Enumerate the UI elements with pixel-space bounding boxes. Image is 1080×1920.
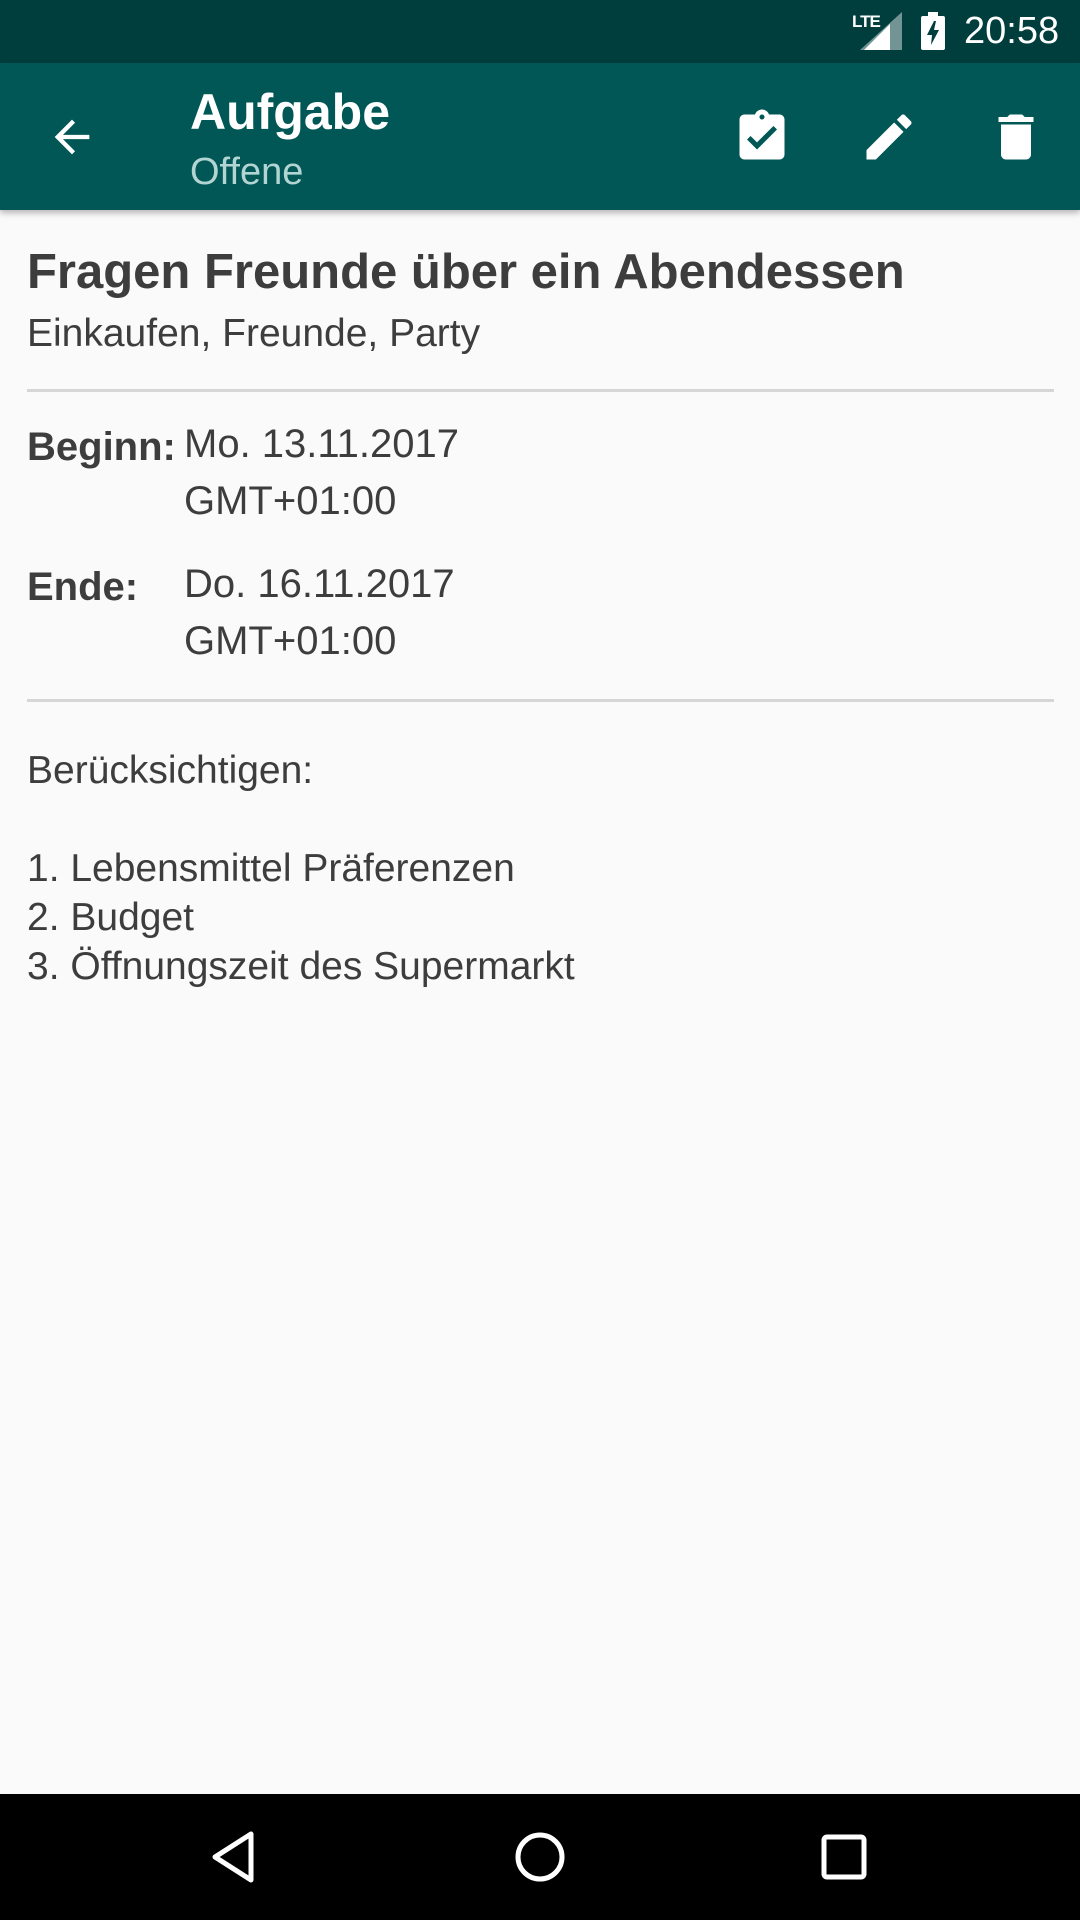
system-nav-bar	[0, 1794, 1080, 1920]
task-title: Fragen Freunde über ein Abendessen	[27, 245, 905, 299]
nav-back-icon[interactable]	[203, 1824, 269, 1890]
edit-task-button[interactable]	[855, 103, 923, 171]
begin-timezone: GMT+01:00	[184, 479, 397, 523]
battery-charging-icon	[921, 12, 945, 50]
page-subtitle: Offene	[190, 151, 304, 193]
task-tags: Einkaufen, Freunde, Party	[27, 312, 481, 355]
begin-label: Beginn:	[27, 425, 176, 469]
delete-task-button[interactable]	[982, 103, 1050, 171]
end-timezone: GMT+01:00	[184, 619, 397, 663]
cell-signal-icon	[860, 12, 902, 50]
status-bar: LTE 20:58	[0, 0, 1080, 63]
nav-recent-apps-icon[interactable]	[811, 1824, 877, 1890]
divider	[27, 699, 1054, 702]
begin-value: Mo. 13.11.2017 GMT+01:00	[184, 416, 459, 530]
arrow-back-icon[interactable]	[46, 111, 98, 163]
nav-home-icon[interactable]	[507, 1824, 573, 1890]
complete-task-button[interactable]	[728, 103, 796, 171]
page-title: Aufgabe	[190, 84, 390, 140]
divider	[27, 389, 1054, 392]
end-label: Ende:	[27, 565, 139, 609]
end-date: Do. 16.11.2017	[184, 562, 455, 606]
begin-date: Mo. 13.11.2017	[184, 422, 460, 466]
status-time: 20:58	[964, 10, 1060, 52]
task-description: Berücksichtigen: 1. Lebensmittel Präfere…	[27, 749, 575, 988]
trash-icon	[998, 114, 1034, 160]
task-detail-screen: LTE 20:58 Aufgabe Offene Fragen Freunde …	[0, 0, 1080, 1920]
app-bar: Aufgabe Offene	[0, 63, 1080, 210]
clipboard-check-icon	[739, 109, 785, 160]
end-value: Do. 16.11.2017 GMT+01:00	[184, 556, 455, 670]
pencil-icon	[866, 114, 912, 160]
